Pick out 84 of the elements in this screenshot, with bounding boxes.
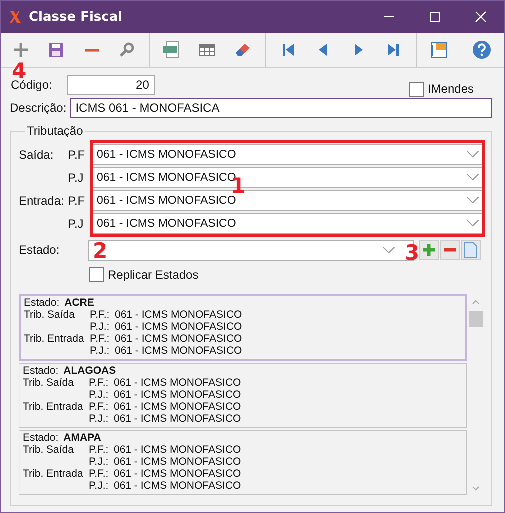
eraser-icon	[234, 41, 252, 59]
tax-value: 061 - ICMS MONOFASICO	[115, 309, 242, 321]
codigo-field[interactable]: 20	[67, 75, 156, 95]
tax-value: 061 - ICMS MONOFASICO	[114, 468, 242, 480]
tax-dropdown[interactable]: 061 - ICMS MONOFASICO	[92, 213, 484, 234]
person-type-label: P.J.:	[90, 345, 111, 357]
tax-value: 061 - ICMS MONOFASICO	[114, 444, 242, 456]
search-icon	[118, 41, 136, 59]
state-card[interactable]: Estado: ACRE Trib. Saída P.F.: 061 - ICMS MONOFASICO P.J.: 061 - ICMS MONOFASICO Trib. Entrada P.F.: 061 - ICMS MONOFASICO P.J.: 061 - ICMS MONOFASICO	[19, 294, 467, 361]
tax-group-label: Trib. Entrada	[24, 333, 84, 345]
estado-label: Estado:	[19, 243, 61, 257]
tax-value: 061 - ICMS MONOFASICO	[114, 389, 242, 401]
plus-icon	[12, 41, 30, 59]
logo-icon	[9, 10, 21, 24]
descricao-label: Descrição:	[10, 101, 67, 115]
chevron-down-icon	[467, 174, 479, 181]
person-type-label: P.J.:	[89, 480, 110, 492]
state-card[interactable]: Estado: ALAGOAS Trib. Saída P.F.: 061 - ICMS MONOFASICO P.J.: 061 - ICMS MONOFASICO Trib. Entrada P.F.: 061 - ICMS MONOFASICO P.J.: 061 - ICMS MONOFASICO	[19, 363, 467, 428]
person-type-label: P.F.:	[89, 444, 110, 456]
document-icon	[464, 242, 478, 258]
tax-value: 061 - ICMS MONOFASICO	[114, 377, 242, 389]
person-type-label: P.J.:	[89, 456, 110, 468]
window-title: Classe Fiscal	[29, 10, 123, 24]
tax-value: 061 - ICMS MONOFASICO	[115, 321, 242, 333]
plus-icon	[422, 243, 436, 257]
log-icon	[430, 41, 448, 59]
annotation-number: 3	[405, 243, 420, 264]
person-type-label: P.F.:	[90, 309, 111, 321]
annotation-number: 2	[93, 241, 108, 262]
replicar-label: Replicar Estados	[108, 268, 199, 282]
person-type-label: P.J	[68, 170, 85, 184]
tax-group-label: Trib. Entrada	[23, 401, 84, 413]
chevron-down-icon	[467, 151, 479, 158]
tax-group-label: Trib. Saída	[24, 309, 75, 321]
tax-group-label: Trib. Saída	[23, 377, 74, 389]
tax-group-label: Saída:	[19, 148, 54, 162]
tax-value: 061 - ICMS MONOFASICO	[115, 345, 242, 357]
tax-value: 061 - ICMS MONOFASICO	[114, 401, 242, 413]
group-title: Tributação	[26, 124, 84, 138]
state-card[interactable]: Estado: AMAPA Trib. Saída P.F.: 061 - ICMS MONOFASICO P.J.: 061 - ICMS MONOFASICO Trib. Entrada P.F.: 061 - ICMS MONOFASICO P.J.: 061 - ICMS MONOFASICO	[19, 430, 467, 495]
table-icon	[198, 41, 216, 59]
state-name: ALAGOAS	[64, 365, 116, 377]
tax-dropdown[interactable]: 061 - ICMS MONOFASICO	[92, 144, 484, 165]
remove-button[interactable]	[440, 240, 460, 260]
scroll-up-icon[interactable]	[472, 300, 480, 305]
tax-group-label: Entrada:	[19, 194, 64, 208]
chevron-down-icon	[383, 246, 395, 254]
tax-value: 061 - ICMS MONOFASICO	[115, 333, 242, 345]
close-icon	[475, 11, 487, 23]
state-label: Estado:	[23, 365, 59, 377]
maximize-icon	[429, 11, 441, 23]
chevron-down-icon	[467, 220, 479, 227]
imendes-checkbox[interactable]	[408, 82, 424, 96]
chevron-down-icon	[467, 197, 479, 204]
state-label: Estado:	[23, 432, 59, 444]
tax-group-label: Trib. Saída	[23, 444, 74, 456]
scroll-down-icon[interactable]	[472, 486, 480, 491]
tax-value: 061 - ICMS MONOFASICO	[114, 480, 242, 492]
person-type-label: P.F	[68, 194, 86, 208]
tax-value: 061 - ICMS MONOFASICO	[114, 413, 242, 425]
codigo-label: Código:	[11, 78, 52, 92]
minus-icon	[84, 48, 99, 52]
person-type-label: P.J.:	[89, 413, 110, 425]
tax-value: 061 - ICMS MONOFASICO	[114, 456, 242, 468]
person-type-label: P.F.:	[89, 377, 110, 389]
new-document-button[interactable]	[461, 240, 481, 260]
descricao-field[interactable]: ICMS 061 - MONOFASICA	[70, 98, 492, 118]
person-type-label: P.F.:	[89, 401, 110, 413]
state-label: Estado:	[24, 297, 60, 309]
document-icon	[162, 41, 182, 59]
state-name: AMAPA	[64, 432, 102, 444]
scroll-thumb[interactable]	[469, 311, 483, 327]
person-type-label: P.J.:	[90, 321, 111, 333]
imendes-label: IMendes	[428, 82, 474, 96]
person-type-label: P.F	[68, 148, 86, 162]
add-button[interactable]	[419, 240, 439, 260]
person-type-label: P.J	[68, 216, 85, 230]
replicar-checkbox[interactable]	[89, 267, 104, 282]
help-icon	[472, 40, 492, 60]
state-name: ACRE	[64, 297, 94, 309]
tax-group-label: Trib. Entrada	[23, 468, 84, 480]
person-type-label: P.F.:	[89, 468, 110, 480]
person-type-label: P.J.:	[89, 389, 110, 401]
person-type-label: P.F.:	[90, 333, 111, 345]
